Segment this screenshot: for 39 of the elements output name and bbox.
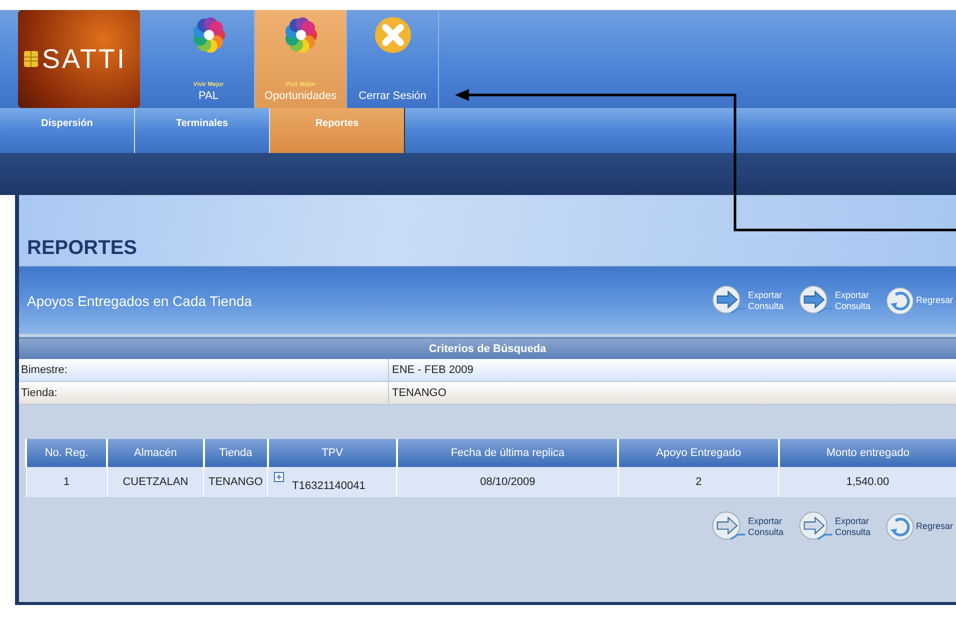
table-cell: T16321140041: [292, 480, 366, 492]
section-title: Apoyos Entregados en Cada Tienda: [27, 292, 253, 308]
column-header: TPV: [268, 439, 397, 467]
action-button[interactable]: Exportar Consulta: [711, 285, 794, 316]
column-header: Almacén: [107, 439, 204, 467]
export-arrow-icon: [798, 511, 834, 542]
export-arrow-icon: [798, 285, 834, 316]
criteria-title: Criterios de Búsqueda: [428, 343, 546, 355]
column-header: Monto entregado: [778, 439, 956, 467]
criteria-label: Tienda:: [19, 382, 389, 404]
criteria-value: TENANGO: [391, 386, 446, 401]
column-header: Apoyo Entregado: [618, 439, 779, 467]
page-title: REPORTES: [27, 237, 138, 260]
nav-tab[interactable]: Cerrar Sesión: [347, 10, 439, 108]
table-cell: 08/10/2009: [396, 467, 618, 497]
export-arrow-icon: [711, 285, 747, 316]
action-button[interactable]: Regresar: [885, 512, 956, 542]
expand-icon[interactable]: [274, 472, 284, 482]
action-button[interactable]: Exportar Consulta: [798, 285, 881, 316]
table-cell: 2: [618, 467, 779, 497]
close-icon: [374, 16, 412, 54]
table-cell: TENANGO: [204, 467, 268, 497]
flower-icon: [284, 16, 318, 54]
logo-text: SATTI: [42, 44, 127, 74]
flower-icon: [192, 16, 226, 54]
action-button[interactable]: Regresar: [885, 286, 956, 316]
table-cell: 1,540.00: [778, 467, 956, 497]
column-header: No. Reg.: [26, 439, 108, 467]
column-header: Fecha de última replica: [396, 439, 618, 467]
criteria-value: ENE - FEB 2009: [391, 363, 474, 378]
menu-tab[interactable]: Reportes: [270, 108, 405, 153]
criteria-label: Bimestre:: [19, 359, 389, 381]
table-cell: 1: [26, 467, 108, 497]
action-button[interactable]: Exportar Consulta: [798, 511, 881, 542]
export-arrow-icon: [711, 511, 747, 542]
chip-icon: [24, 51, 38, 67]
table-cell: CUETZALAN: [107, 467, 204, 497]
action-button[interactable]: Exportar Consulta: [711, 511, 794, 542]
column-header: Tienda: [204, 439, 268, 467]
